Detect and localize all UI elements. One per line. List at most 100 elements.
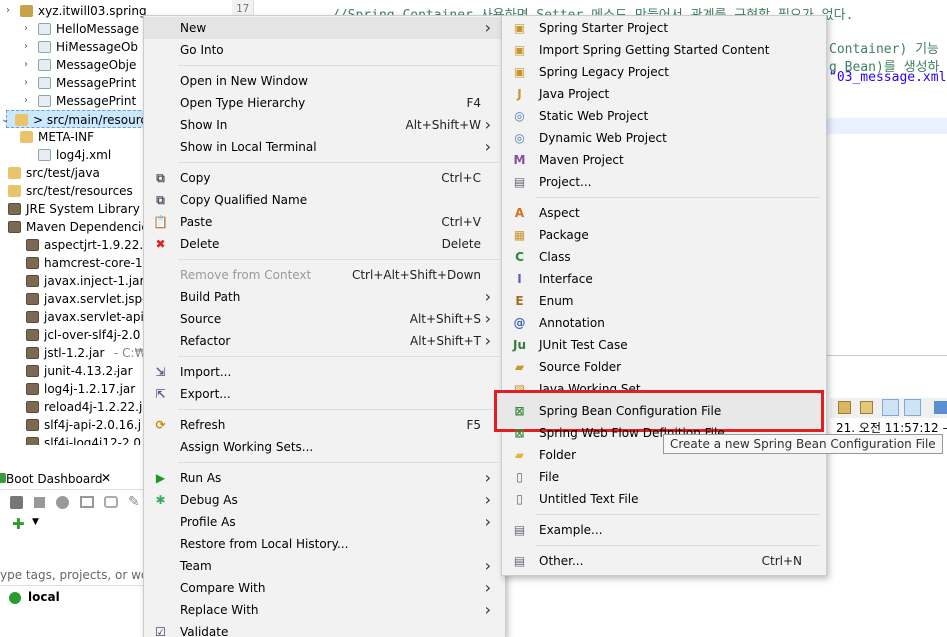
menu-item-import[interactable]: ⇲ Import... [144,361,505,383]
edit-icon[interactable]: ✎ [128,494,140,510]
menu-item-assign-working-sets[interactable]: Assign Working Sets... [144,436,505,458]
tree-item-label: jcl-over-slf4j-2.0 [44,328,141,342]
menu-item-label: Interface [539,272,593,286]
menu-item-restore-from-local-history[interactable]: Restore from Local History... [144,533,505,555]
menu-item-shortcut: Alt+Shift+W [405,118,482,132]
menu-item-project[interactable]: ▤ Project... [502,171,826,193]
menu-item-java-project[interactable]: J Java Project [502,83,826,105]
chevron-right-icon[interactable]: › [6,2,16,20]
menu-item-aspect[interactable]: A Aspect [502,202,826,224]
menu-item-debug-as[interactable]: ✱ Debug As › [144,489,505,511]
open-web-icon[interactable] [104,496,118,508]
menu-item-package[interactable]: ▦ Package [502,224,826,246]
menu-item-build-path[interactable]: Build Path › [144,286,505,308]
chevron-down-icon[interactable]: ⌄ [0,218,4,236]
menu-item-team[interactable]: Team › [144,555,505,577]
menu-item-shortcut: Ctrl+Alt+Shift+Down [351,268,481,282]
lib-icon [8,221,21,233]
toolbar-pin-icon[interactable] [838,401,851,414]
menu-item-show-in-local-terminal[interactable]: Show in Local Terminal › [144,136,505,158]
chevron-right-icon[interactable]: › [24,38,34,56]
menu-item-enum[interactable]: E Enum [502,290,826,312]
menu-item-static-web-project[interactable]: ◎ Static Web Project [502,105,826,127]
menu-item-untitled-text-file[interactable]: ▯ Untitled Text File [502,488,826,510]
menu-item-class[interactable]: C Class [502,246,826,268]
menu-item-label: Spring Starter Project [539,21,669,35]
menu-item-other[interactable]: ▤ Other... Ctrl+N [502,550,826,572]
menu-item-remove-from-context: Remove from Context Ctrl+Alt+Shift+Down [144,264,505,286]
chevron-right-icon[interactable]: › [0,200,4,218]
toolbar-view-menu-icon[interactable] [934,401,947,414]
import-icon: ⇲ [155,365,166,379]
menu-item-label: Show In [180,118,228,132]
chevron-right-icon[interactable]: › [24,74,34,92]
debug-icon[interactable] [56,496,69,509]
menu-item-new[interactable]: New › [144,17,505,39]
menu-item-export[interactable]: ⇱ Export... [144,383,505,405]
file-icon [38,95,51,107]
menu-separator [536,514,820,515]
toolbar-open-console-icon[interactable] [882,399,899,416]
menu-item-example[interactable]: ▤ Example... [502,519,826,541]
console-icon[interactable] [80,496,94,508]
menu-item-junit-test-case[interactable]: Ju JUnit Test Case [502,334,826,356]
start-icon[interactable] [10,496,23,509]
tree-item-selected[interactable]: ⌄ > src/main/resourc [1,110,147,128]
menu-item-interface[interactable]: I Interface [502,268,826,290]
menu-item-show-in[interactable]: Show In Alt+Shift+W › [144,114,505,136]
chevron-right-icon[interactable]: › [0,182,4,200]
menu-item-dynamic-web-project[interactable]: ◎ Dynamic Web Project [502,127,826,149]
boot-dashboard-tab[interactable]: Boot Dashboard ✕ [0,468,145,490]
menu-item-label: Java Project [539,87,610,101]
menu-item-delete[interactable]: ✖ Delete Delete [144,233,505,255]
local-server-label[interactable]: local [28,590,60,604]
boot-dashboard-filter-input[interactable]: ype tags, projects, or worki [0,565,163,585]
menu-item-label: Show in Local Terminal [180,140,317,154]
export-icon: ⇱ [155,387,166,401]
menu-item-spring-legacy-project[interactable]: ▣ Spring Legacy Project [502,61,826,83]
close-icon[interactable]: ✕ [101,471,111,485]
menu-item-shortcut: Alt+Shift+S [409,312,481,326]
menu-item-label: Replace With [180,603,259,617]
menu-item-source[interactable]: Source Alt+Shift+S › [144,308,505,330]
menu-item-open-type-hierarchy[interactable]: Open Type Hierarchy F4 [144,92,505,114]
menu-item-refactor[interactable]: Refactor Alt+Shift+T › [144,330,505,352]
menu-item-refresh[interactable]: ⟳ Refresh F5 [144,414,505,436]
menu-item-label: Paste [180,215,213,229]
stop-icon[interactable] [34,497,45,508]
chevron-right-icon[interactable]: › [24,20,34,38]
toolbar-remove-console-icon[interactable] [904,399,921,416]
menu-item-copy-qualified-name[interactable]: ⧉ Copy Qualified Name [144,189,505,211]
jar-icon [26,239,39,251]
chevron-right-icon[interactable]: › [0,164,4,182]
menu-item-profile-as[interactable]: Profile As › [144,511,505,533]
menu-item-source-folder[interactable]: ▰ Source Folder [502,356,826,378]
menu-item-paste[interactable]: 📋 Paste Ctrl+V [144,211,505,233]
jar-icon [26,401,39,413]
menu-item-copy[interactable]: ⧉ Copy Ctrl+C [144,167,505,189]
menu-item-run-as[interactable]: ▶ Run As › [144,467,505,489]
toolbar-display-icon[interactable] [860,401,873,414]
menu-item-label: Enum [539,294,574,308]
chevron-right-icon[interactable]: › [24,56,34,74]
menu-item-replace-with[interactable]: Replace With › [144,599,505,621]
menu-item-import-spring-getting-started-content[interactable]: ▣ Import Spring Getting Started Content [502,39,826,61]
menu-item-label: Export... [180,387,231,401]
menu-item-validate[interactable]: ☑ Validate [144,621,505,637]
menu-item-go-into[interactable]: Go Into [144,39,505,61]
menu-item-open-in-new-window[interactable]: Open in New Window [144,70,505,92]
menu-item-compare-with[interactable]: Compare With › [144,577,505,599]
menu-item-file[interactable]: ▯ File [502,466,826,488]
menu-item-shortcut: Ctrl+V [441,215,481,229]
package-icon: ▦ [513,228,526,242]
menu-item-annotation[interactable]: @ Annotation [502,312,826,334]
chevron-down-icon[interactable]: ⌄ [1,111,11,129]
menu-item-label: Remove from Context [180,268,312,282]
menu-item-spring-starter-project[interactable]: ▣ Spring Starter Project [502,17,826,39]
menu-item-maven-project[interactable]: M Maven Project [502,149,826,171]
chevron-right-icon[interactable]: › [24,92,34,110]
menu-item-label: Assign Working Sets... [180,440,314,454]
boot-dashboard-title: Boot Dashboard [6,472,103,486]
add-menu[interactable]: ✚ ▼ [12,515,42,533]
menu-item-shortcut: Ctrl+C [441,171,481,185]
